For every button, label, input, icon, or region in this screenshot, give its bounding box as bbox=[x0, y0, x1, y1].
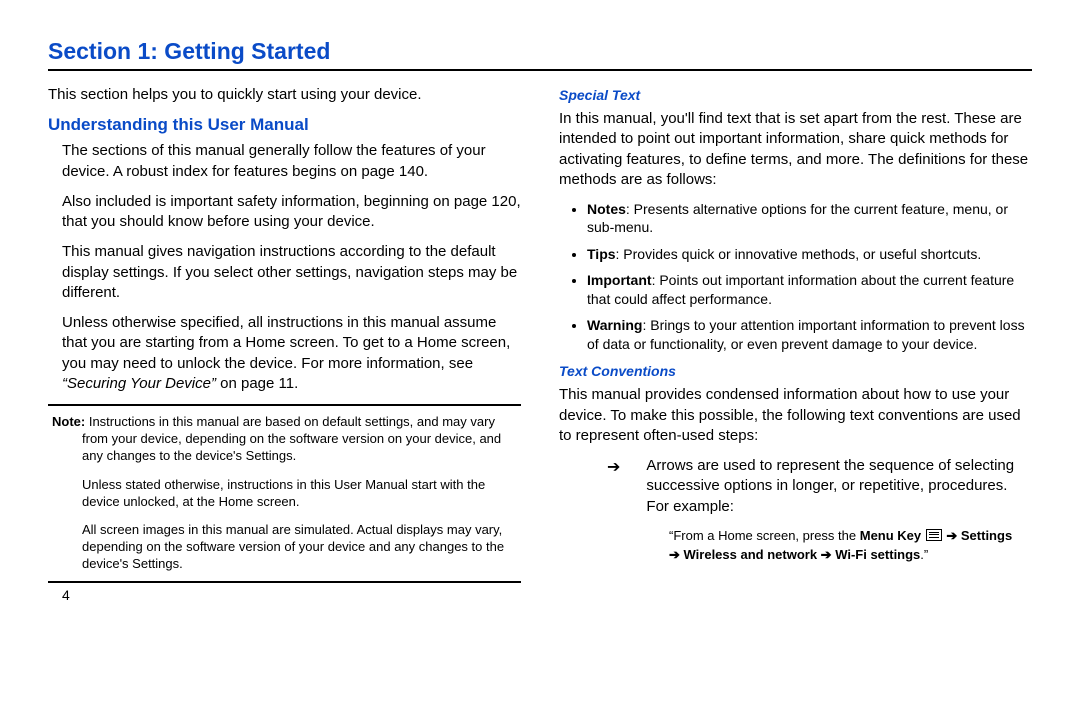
title-rule bbox=[48, 69, 1032, 71]
section-title: Section 1: Getting Started bbox=[48, 38, 1032, 65]
arrow-description: Arrows are used to represent the sequenc… bbox=[646, 456, 1032, 517]
example-sequence: “From a Home screen, press the Menu Key … bbox=[669, 527, 1032, 565]
right-p1: In this manual, you'll find text that is… bbox=[559, 109, 1032, 190]
ex-arrow3: ➔ bbox=[817, 547, 835, 562]
heading-special-text: Special Text bbox=[559, 87, 1032, 103]
ex-pre: “From a Home screen, press the bbox=[669, 528, 860, 543]
note-3: All screen images in this manual are sim… bbox=[82, 522, 517, 573]
intro-text: This section helps you to quickly start … bbox=[48, 85, 521, 105]
two-column-layout: This section helps you to quickly start … bbox=[48, 85, 1032, 603]
right-p2: This manual provides condensed informati… bbox=[559, 385, 1032, 446]
term-tips: Tips bbox=[587, 246, 616, 262]
ex-end: .” bbox=[920, 547, 928, 562]
term-important: Important bbox=[587, 272, 652, 288]
term-notes: Notes bbox=[587, 201, 626, 217]
left-p2: Also included is important safety inform… bbox=[62, 192, 521, 233]
note-2: Unless stated otherwise, instructions in… bbox=[82, 477, 517, 511]
note-label: Note: bbox=[52, 414, 85, 429]
arrow-convention-row: ➔ Arrows are used to represent the seque… bbox=[607, 456, 1032, 517]
ex-arrow2: ➔ bbox=[669, 547, 684, 562]
note-block: Note: Instructions in this manual are ba… bbox=[48, 404, 521, 583]
heading-text-conventions: Text Conventions bbox=[559, 363, 1032, 379]
left-p1: The sections of this manual generally fo… bbox=[62, 141, 521, 182]
desc-warning: : Brings to your attention important inf… bbox=[587, 317, 1025, 351]
left-p4c: on page 11. bbox=[216, 375, 298, 392]
bullet-tips: Tips: Provides quick or innovative metho… bbox=[587, 245, 1032, 263]
ex-wifi: Wi-Fi settings bbox=[835, 547, 920, 562]
desc-important: : Points out important information about… bbox=[587, 272, 1014, 306]
desc-tips: : Provides quick or innovative methods, … bbox=[616, 246, 982, 262]
ex-arrow1: ➔ bbox=[943, 528, 961, 543]
page-number: 4 bbox=[62, 587, 521, 603]
left-p3: This manual gives navigation instruction… bbox=[62, 242, 521, 303]
menu-key-icon bbox=[926, 529, 942, 541]
bullet-warning: Warning: Brings to your attention import… bbox=[587, 316, 1032, 353]
bullet-notes: Notes: Presents alternative options for … bbox=[587, 200, 1032, 237]
left-p4: Unless otherwise specified, all instruct… bbox=[62, 313, 521, 394]
desc-notes: : Presents alternative options for the c… bbox=[587, 201, 1008, 235]
term-warning: Warning bbox=[587, 317, 642, 333]
left-body: The sections of this manual generally fo… bbox=[48, 141, 521, 394]
special-text-list: Notes: Presents alternative options for … bbox=[559, 200, 1032, 353]
right-column: Special Text In this manual, you'll find… bbox=[559, 85, 1032, 603]
left-p4a: Unless otherwise specified, all instruct… bbox=[62, 314, 510, 372]
left-column: This section helps you to quickly start … bbox=[48, 85, 521, 603]
ex-wireless: Wireless and network bbox=[684, 547, 818, 562]
note-1-text: Instructions in this manual are based on… bbox=[82, 414, 501, 463]
ex-settings: Settings bbox=[961, 528, 1012, 543]
note-1: Note: Instructions in this manual are ba… bbox=[82, 414, 517, 465]
arrow-icon: ➔ bbox=[607, 456, 620, 517]
heading-understanding: Understanding this User Manual bbox=[48, 115, 521, 135]
securing-device-ref: “Securing Your Device” bbox=[62, 375, 216, 392]
manual-page: Section 1: Getting Started This section … bbox=[0, 0, 1080, 623]
bullet-important: Important: Points out important informat… bbox=[587, 271, 1032, 308]
ex-menukey-label: Menu Key bbox=[860, 528, 921, 543]
